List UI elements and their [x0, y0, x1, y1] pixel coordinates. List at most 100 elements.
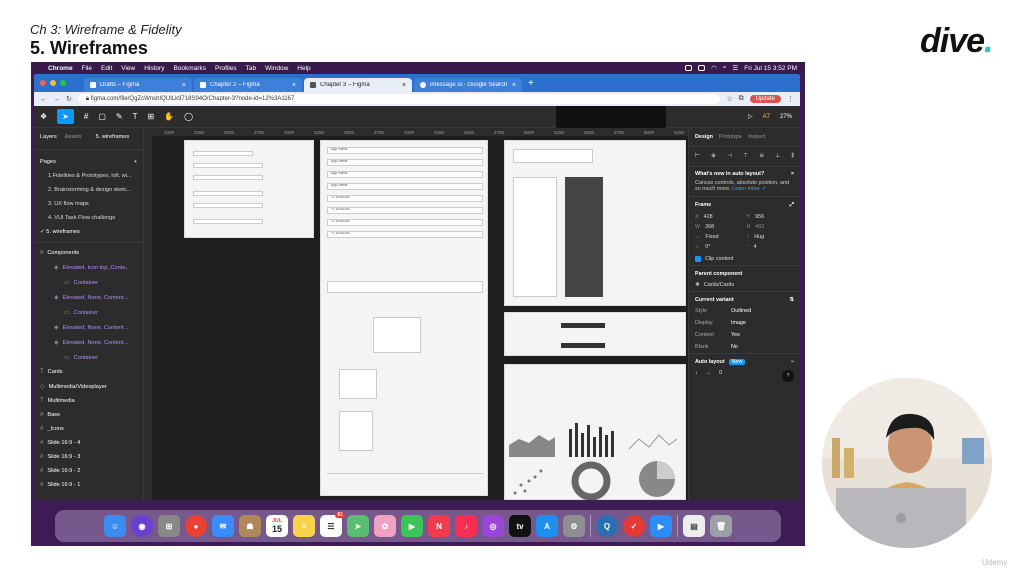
figma-canvas[interactable]: App Name App Name App Name App Name +1 63082…: [152, 136, 688, 500]
news-icon[interactable]: N: [428, 515, 450, 537]
height-mode-select[interactable]: ↕ Hug: [747, 234, 795, 240]
page-item[interactable]: 1.Fidelities & Prototypes, lofi, wi...: [34, 169, 143, 183]
resize-icon[interactable]: ⤢: [790, 202, 794, 209]
extensions-icon[interactable]: ⧉: [739, 95, 744, 103]
tab-layers[interactable]: Layers: [40, 134, 57, 140]
hand-tool-icon[interactable]: ✋: [164, 112, 174, 121]
align-center-icon[interactable]: ⊕: [711, 153, 716, 160]
variant-row[interactable]: Style Outlined: [689, 305, 800, 317]
update-button[interactable]: Update: [749, 95, 781, 103]
photos-icon[interactable]: ✿: [374, 515, 396, 537]
menubar-clock[interactable]: Fri Jul 15 3:52 PM: [744, 65, 797, 72]
comment-tool-icon[interactable]: ◯: [184, 112, 193, 121]
clip-content-row[interactable]: Clip content: [689, 253, 800, 265]
radius-field[interactable]: ◜ 4: [747, 244, 795, 250]
menu-view[interactable]: View: [121, 65, 135, 72]
calendar-icon[interactable]: JUL 15: [266, 515, 288, 537]
width-mode-select[interactable]: ↔ Fixed: [695, 234, 743, 240]
maps-icon[interactable]: ➤: [347, 515, 369, 537]
tab-prototype[interactable]: Prototype: [719, 134, 742, 140]
layer-item[interactable]: # Slide 16:9 - 2: [34, 464, 143, 478]
minimize-window-icon[interactable]: [50, 80, 56, 86]
menu-bookmarks[interactable]: Bookmarks: [173, 65, 206, 72]
text-tool-icon[interactable]: T: [133, 112, 138, 121]
wireframe-frame[interactable]: [504, 312, 686, 356]
align-left-icon[interactable]: ⊢: [695, 153, 700, 160]
wireframe-frame[interactable]: [504, 140, 686, 306]
wifi-icon[interactable]: ◠: [711, 64, 717, 72]
menu-tab[interactable]: Tab: [246, 65, 256, 72]
close-tab-icon[interactable]: ×: [292, 82, 296, 89]
frame-tool-icon[interactable]: #: [84, 112, 88, 121]
w-field[interactable]: W 368: [695, 224, 743, 230]
align-bottom-icon[interactable]: ⊥: [775, 153, 780, 160]
align-middle-icon[interactable]: ⊖: [759, 153, 764, 160]
tab-chapter-2[interactable]: Chapter 2 – Figma ×: [194, 78, 302, 92]
checkmark-app-icon[interactable]: ✓: [623, 515, 645, 537]
wireframe-frame[interactable]: App Name App Name App Name App Name +1 63082…: [320, 140, 488, 496]
chrome-icon[interactable]: ●: [185, 515, 207, 537]
variant-row[interactable]: Blank No: [689, 341, 800, 353]
tab-design[interactable]: Design: [695, 134, 713, 140]
control-center-icon[interactable]: ☰: [732, 64, 738, 72]
rotation-field[interactable]: ∟ 0°: [695, 244, 743, 250]
page-item[interactable]: 2. Brainstorming & design sketc...: [34, 183, 143, 197]
layer-item[interactable]: ▭ Container: [34, 305, 143, 320]
add-page-icon[interactable]: +: [134, 159, 137, 165]
checkbox-checked-icon[interactable]: [695, 256, 701, 262]
tab-assets[interactable]: Assets: [65, 134, 82, 140]
layer-item[interactable]: ▭ Container: [34, 350, 143, 365]
url-input[interactable]: 🔒︎ figma.com/file/QgZcWnshIQUILk9718S94O…: [77, 94, 721, 104]
layer-item[interactable]: ◇ Multimedia/Videoplayer: [34, 379, 143, 394]
contacts-icon[interactable]: ☗: [239, 515, 261, 537]
layer-item[interactable]: # Slide 16:9 - 3: [34, 450, 143, 464]
menu-profiles[interactable]: Profiles: [215, 65, 237, 72]
zoom-level[interactable]: 27%: [780, 114, 792, 120]
spacing-value[interactable]: 0: [719, 370, 722, 382]
menu-file[interactable]: File: [82, 65, 92, 72]
layer-item[interactable]: T Multimedia: [34, 394, 143, 408]
bookmark-star-icon[interactable]: ☆: [726, 95, 732, 103]
tab-chapter-3[interactable]: Chapter 3 – Figma ×: [304, 78, 412, 92]
direction-right-icon[interactable]: →: [706, 370, 711, 382]
zoom-icon[interactable]: ▶: [650, 515, 672, 537]
menu-chrome[interactable]: Chrome: [48, 65, 73, 72]
page-item[interactable]: 3. UX flow maps: [34, 197, 143, 211]
wireframe-frame[interactable]: [504, 364, 686, 500]
menu-edit[interactable]: Edit: [101, 65, 112, 72]
layer-item[interactable]: ◈ Elevated, None, Content...: [34, 290, 143, 305]
battery-icon[interactable]: [698, 65, 706, 71]
tv-icon[interactable]: tv: [509, 515, 531, 537]
layer-item[interactable]: # Slide 16:9 - 4: [34, 436, 143, 450]
app-store-icon[interactable]: A: [536, 515, 558, 537]
current-page-name[interactable]: 5. wireframes: [96, 134, 130, 140]
align-top-icon[interactable]: ⊤: [743, 153, 748, 160]
layer-item[interactable]: ◈ Elevated, None, Content...: [34, 335, 143, 350]
move-tool-icon[interactable]: ➤: [57, 109, 74, 124]
tab-google-search[interactable]: imessage ui - Google Search ×: [414, 78, 522, 92]
layer-item[interactable]: T Cards: [34, 365, 143, 379]
menu-help[interactable]: Help: [297, 65, 310, 72]
system-preferences-icon[interactable]: ⚙: [563, 515, 585, 537]
close-tab-icon[interactable]: ×: [182, 82, 186, 89]
parent-component-row[interactable]: ❖ Cards/Cards: [689, 279, 800, 291]
variant-row[interactable]: Display Image: [689, 317, 800, 329]
record-icon[interactable]: [685, 65, 693, 71]
tab-drafts[interactable]: Drafts – Figma ×: [84, 78, 192, 92]
menu-history[interactable]: History: [144, 65, 164, 72]
menu-window[interactable]: Window: [265, 65, 288, 72]
user-avatar[interactable]: A7: [763, 114, 770, 120]
launchpad-icon[interactable]: ⊞: [158, 515, 180, 537]
search-icon[interactable]: ⌕: [723, 64, 727, 72]
facetime-icon[interactable]: ▶: [401, 515, 423, 537]
close-window-icon[interactable]: [40, 80, 46, 86]
quicktime-icon[interactable]: Q: [596, 515, 618, 537]
close-tab-icon[interactable]: ×: [402, 82, 406, 89]
layer-item[interactable]: ◈ Elevated, None, Content...: [34, 320, 143, 335]
x-field[interactable]: X 428: [695, 214, 743, 220]
page-item[interactable]: 4. VUI Task Flow challenge: [34, 211, 143, 225]
new-tab-button[interactable]: +: [524, 78, 538, 92]
notes-icon[interactable]: ≡: [293, 515, 315, 537]
pen-tool-icon[interactable]: ✎: [116, 112, 123, 121]
y-field[interactable]: Y 956: [747, 214, 795, 220]
